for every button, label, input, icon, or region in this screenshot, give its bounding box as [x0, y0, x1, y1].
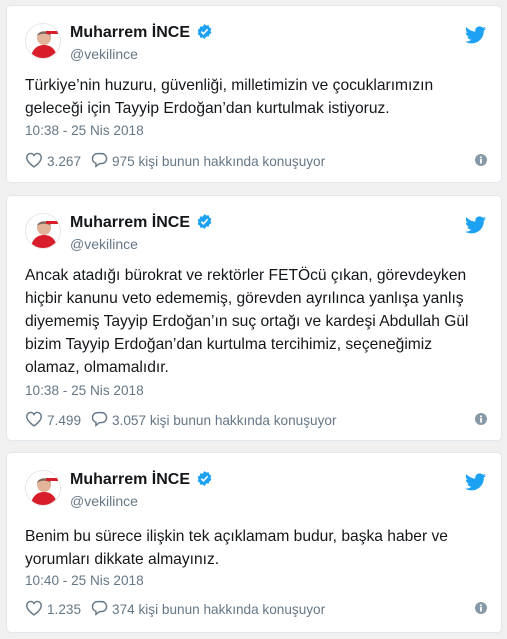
- reply-button[interactable]: 975 kişi bunun hakkında konuşuyor: [91, 152, 325, 171]
- like-count: 1.235: [47, 601, 82, 617]
- speech-bubble-icon: [91, 411, 112, 430]
- like-button[interactable]: 1.235: [25, 600, 81, 619]
- reply-button[interactable]: 374 kişi bunun hakkında konuşuyor: [91, 600, 325, 619]
- tweet-text: Türkiye’nin huzuru, güvenliği, milletimi…: [25, 77, 434, 117]
- reply-count-label: 374 kişi bunun hakkında konuşuyor: [112, 601, 326, 617]
- info-icon[interactable]: [475, 602, 487, 617]
- avatar[interactable]: [25, 213, 61, 249]
- tweet-card-2[interactable]: Muharrem İNCE @vekilince Ancak atadığı b…: [6, 195, 502, 441]
- tweet-text: Benim bu sürece ilişkin tek açıklamam bu…: [25, 528, 448, 568]
- tweet-actions: 3.267 975 kişi bunun hakkında konuşuyor: [25, 151, 487, 171]
- speech-bubble-icon: [91, 152, 112, 171]
- tweet-actions: 1.235 374 kişi bunun hakkında konuşuyor: [25, 599, 487, 619]
- author-name[interactable]: Muharrem İNCE: [70, 23, 213, 45]
- heart-icon: [25, 152, 47, 171]
- author-handle[interactable]: @vekilince: [70, 236, 138, 252]
- heart-icon: [25, 600, 47, 619]
- author-name[interactable]: Muharrem İNCE: [70, 470, 213, 492]
- reply-count-label: 975 kişi bunun hakkında konuşuyor: [112, 153, 326, 169]
- tweet-card-1[interactable]: Muharrem İNCE @vekilince Türkiye’nin huz…: [6, 5, 502, 183]
- like-count: 7.499: [47, 412, 82, 428]
- verified-badge-icon: [196, 470, 213, 492]
- author-handle[interactable]: @vekilince: [70, 46, 138, 62]
- tweet-timestamp[interactable]: 10:38 - 25 Nis 2018: [25, 383, 144, 398]
- heart-icon: [25, 411, 47, 430]
- speech-bubble-icon: [91, 600, 112, 619]
- author-name-text[interactable]: Muharrem İNCE: [70, 24, 190, 41]
- like-button[interactable]: 7.499: [25, 411, 81, 430]
- tweet-actions: 7.499 3.057 kişi bunun hakkında konuşuyo…: [25, 410, 487, 430]
- verified-badge-icon: [196, 213, 213, 235]
- author-name-text[interactable]: Muharrem İNCE: [70, 471, 190, 488]
- tweet-text: Ancak atadığı bürokrat ve rektörler FETÖ…: [25, 267, 469, 376]
- author-handle[interactable]: @vekilince: [70, 493, 138, 509]
- tweet-card-3[interactable]: Muharrem İNCE @vekilince Benim bu sürece…: [6, 452, 502, 633]
- reply-count-label: 3.057 kişi bunun hakkında konuşuyor: [112, 412, 337, 428]
- author-name[interactable]: Muharrem İNCE: [70, 213, 213, 235]
- twitter-bird-icon[interactable]: [465, 216, 486, 239]
- twitter-bird-icon[interactable]: [465, 473, 486, 496]
- like-button[interactable]: 3.267: [25, 152, 81, 171]
- verified-badge-icon: [196, 23, 213, 45]
- like-count: 3.267: [47, 153, 82, 169]
- author-name-text[interactable]: Muharrem İNCE: [70, 214, 190, 231]
- avatar[interactable]: [25, 23, 61, 59]
- reply-button[interactable]: 3.057 kişi bunun hakkında konuşuyor: [91, 411, 336, 430]
- info-icon[interactable]: [475, 154, 487, 169]
- avatar[interactable]: [25, 470, 61, 506]
- info-icon[interactable]: [475, 413, 487, 428]
- tweet-timestamp[interactable]: 10:40 - 25 Nis 2018: [25, 573, 144, 588]
- tweet-timestamp[interactable]: 10:38 - 25 Nis 2018: [25, 123, 144, 138]
- twitter-bird-icon[interactable]: [465, 26, 486, 49]
